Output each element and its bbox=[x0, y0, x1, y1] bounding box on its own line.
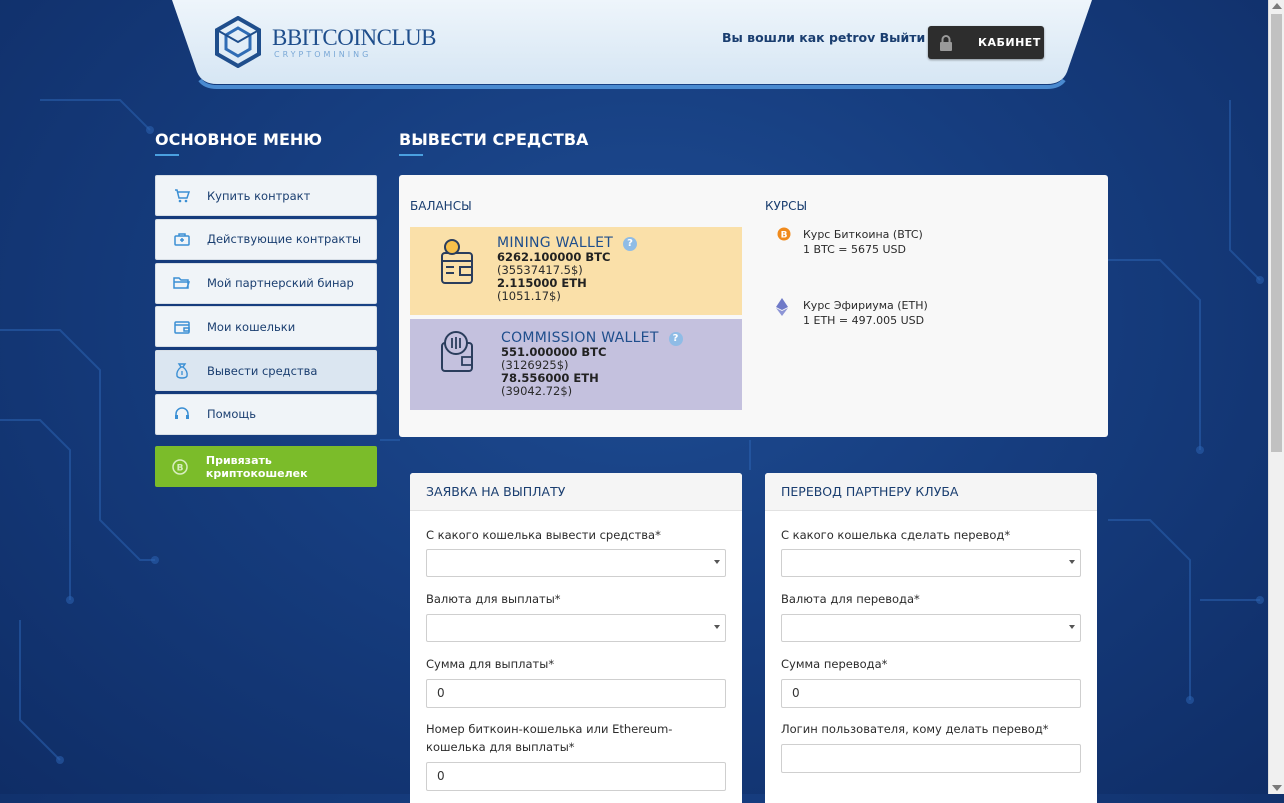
headset-icon bbox=[156, 407, 207, 421]
commission-wallet-card: COMMISSION WALLET? 551.000000 BTC (31269… bbox=[410, 319, 742, 410]
sidebar-item-partner-binary[interactable]: Мой партнерский бинар bbox=[155, 262, 377, 304]
bitcoin-icon: B bbox=[155, 458, 206, 475]
scroll-up-icon[interactable] bbox=[1272, 3, 1282, 9]
sidebar-title-text: ОСНОВНОЕ МЕНЮ bbox=[155, 130, 323, 149]
sidebar-item-my-wallets[interactable]: Мои кошельки bbox=[155, 306, 377, 348]
payout-form-title: ЗАЯВКА НА ВЫПЛАТУ bbox=[410, 473, 742, 511]
commission-eth-usd: (39042.72$) bbox=[501, 384, 573, 398]
commission-wallet-title: COMMISSION WALLET? bbox=[501, 330, 683, 346]
commission-wallet-icon bbox=[438, 329, 478, 377]
help-icon[interactable]: ? bbox=[623, 237, 638, 251]
logo-subtitle: CRYPTOMINING bbox=[274, 49, 372, 59]
btc-rate-name: Курс Биткоина (BTC) bbox=[803, 228, 923, 241]
payout-request-form: ЗАЯВКА НА ВЫПЛАТУ С какого кошелька выве… bbox=[410, 473, 742, 803]
balances-label: БАЛАНСЫ bbox=[410, 199, 472, 213]
mining-wallet-title: MINING WALLET? bbox=[497, 235, 638, 251]
folder-icon bbox=[156, 276, 207, 290]
sidebar-item-label: Действующие контракты bbox=[207, 232, 362, 247]
username: petrov bbox=[828, 30, 876, 45]
lock-icon bbox=[928, 26, 964, 59]
eth-rate-name: Курс Эфириума (ETH) bbox=[803, 299, 928, 312]
sidebar-title: ОСНОВНОЕ МЕНЮ bbox=[155, 130, 323, 156]
sidebar-item-label: Купить контракт bbox=[207, 188, 311, 203]
mining-eth-usd: (1051.17$) bbox=[497, 289, 561, 303]
briefcase-icon bbox=[156, 232, 207, 247]
eth-rate-value: 1 ETH = 497.005 USD bbox=[803, 314, 925, 327]
login-status: Вы вошли как petrov Выйти bbox=[722, 30, 925, 45]
payout-amount-input[interactable]: 0 bbox=[426, 679, 726, 708]
mining-wallet-icon bbox=[438, 237, 478, 289]
page-title-text: ВЫВЕСТИ СРЕДСТВА bbox=[399, 130, 589, 149]
chevron-down-icon bbox=[1069, 560, 1075, 564]
transfer-wallet-select[interactable] bbox=[781, 549, 1081, 577]
payout-wallet-select[interactable] bbox=[426, 549, 726, 577]
transfer-form-title: ПЕРЕВОД ПАРТНЕРУ КЛУБА bbox=[765, 473, 1097, 511]
title-underline bbox=[399, 154, 423, 156]
scrollbar-thumb[interactable] bbox=[1271, 14, 1282, 452]
sidebar-item-help[interactable]: Помощь bbox=[155, 393, 377, 435]
cabinet-button[interactable]: КАБИНЕТ bbox=[928, 26, 1044, 59]
payout-amount-label: Сумма для выплаты* bbox=[426, 657, 555, 671]
transfer-currency-select[interactable] bbox=[781, 614, 1081, 642]
payout-wallet-label: С какого кошелька вывести средства* bbox=[426, 528, 661, 542]
cabinet-label: КАБИНЕТ bbox=[978, 36, 1041, 49]
eth-rate: Курс Эфириума (ETH) 1 ETH = 497.005 USD bbox=[765, 298, 928, 328]
logo[interactable]: BBITCOINCLUB CRYPTOMINING bbox=[214, 16, 436, 68]
sidebar-item-label: Вывести средства bbox=[207, 363, 318, 378]
svg-text:B: B bbox=[781, 231, 788, 241]
sidebar-item-label: Мой партнерский бинар bbox=[207, 276, 354, 291]
transfer-wallet-label: С какого кошелька сделать перевод* bbox=[781, 528, 1011, 542]
page-title: ВЫВЕСТИ СРЕДСТВА bbox=[399, 130, 589, 156]
chevron-down-icon bbox=[1069, 625, 1075, 629]
logout-link[interactable]: Выйти bbox=[880, 30, 926, 45]
partner-transfer-form: ПЕРЕВОД ПАРТНЕРУ КЛУБА С какого кошелька… bbox=[765, 473, 1097, 803]
site-header: BBITCOINCLUB CRYPTOMINING Вы вошли как p… bbox=[172, 0, 1092, 90]
bitcoin-icon: B bbox=[777, 227, 791, 245]
bind-crypto-wallet-button[interactable]: B Привязать криптокошелек bbox=[155, 446, 377, 487]
mining-wallet-title-text: MINING WALLET bbox=[497, 235, 614, 251]
transfer-amount-input[interactable]: 0 bbox=[781, 679, 1081, 708]
payout-address-label: Номер биткоин-кошелька или Ethereum-коше… bbox=[426, 722, 673, 754]
transfer-login-input[interactable] bbox=[781, 744, 1081, 773]
transfer-currency-label: Валюта для перевода* bbox=[781, 592, 920, 606]
help-icon[interactable]: ? bbox=[668, 332, 683, 346]
btc-rate-value: 1 BTC = 5675 USD bbox=[803, 243, 907, 256]
logo-name: BBITCOINCLUB bbox=[272, 24, 436, 50]
title-underline bbox=[155, 154, 179, 156]
svg-text:B: B bbox=[177, 463, 184, 473]
wallet-icon bbox=[156, 320, 207, 334]
sidebar-item-label: Мои кошельки bbox=[207, 319, 296, 334]
moneybag-icon bbox=[156, 362, 207, 379]
sidebar-item-active-contracts[interactable]: Действующие контракты bbox=[155, 218, 377, 260]
logged-prefix: Вы вошли как bbox=[722, 30, 825, 45]
payout-currency-label: Валюта для выплаты* bbox=[426, 592, 561, 606]
cart-icon bbox=[156, 188, 207, 203]
transfer-login-label: Логин пользователя, кому делать перевод* bbox=[781, 722, 1049, 736]
sidebar-item-buy-contract[interactable]: Купить контракт bbox=[155, 175, 377, 216]
btc-rate: B Курс Биткоина (BTC) 1 BTC = 5675 USD bbox=[765, 227, 923, 257]
chevron-down-icon bbox=[714, 625, 720, 629]
payout-address-input[interactable]: 0 bbox=[426, 762, 726, 791]
sidebar-item-withdraw[interactable]: Вывести средства bbox=[155, 350, 377, 392]
payout-currency-select[interactable] bbox=[426, 614, 726, 642]
scroll-down-icon[interactable] bbox=[1272, 785, 1282, 791]
ethereum-icon bbox=[776, 298, 788, 320]
rates-label: КУРСЫ bbox=[765, 199, 808, 213]
sidebar-menu: Купить контракт Действующие контракты Мо… bbox=[155, 175, 377, 438]
page-scrollbar[interactable] bbox=[1268, 0, 1284, 794]
logo-cube-icon bbox=[215, 16, 261, 68]
transfer-amount-label: Сумма перевода* bbox=[781, 657, 888, 671]
commission-wallet-title-text: COMMISSION WALLET bbox=[501, 330, 659, 346]
balances-panel: БАЛАНСЫ MINING WALLET? 6262.100000 BTC (… bbox=[399, 175, 1108, 437]
sidebar-item-label: Помощь bbox=[207, 407, 257, 422]
mining-wallet-card: MINING WALLET? 6262.100000 BTC (35537417… bbox=[410, 227, 742, 315]
bind-crypto-wallet-label: Привязать криптокошелек bbox=[205, 453, 308, 480]
chevron-down-icon bbox=[714, 560, 720, 564]
